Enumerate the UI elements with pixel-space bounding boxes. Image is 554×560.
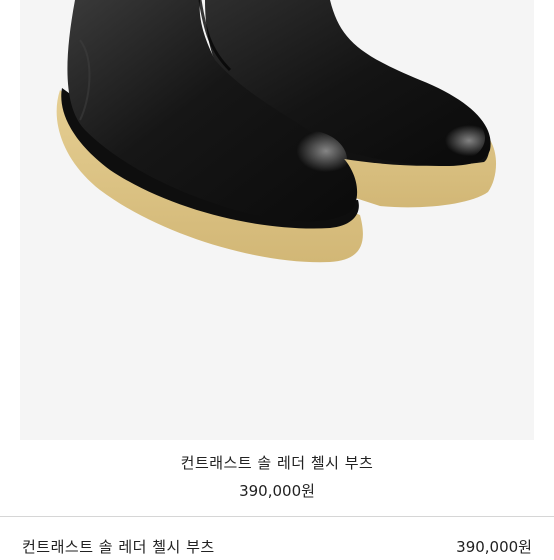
- summary-row[interactable]: 컨트래스트 솔 레더 첼시 부츠 390,000원: [0, 530, 554, 560]
- product-name[interactable]: 컨트래스트 솔 레더 첼시 부츠: [0, 452, 554, 474]
- boots-illustration: [56, 0, 497, 263]
- product-caption: 컨트래스트 솔 레더 첼시 부츠 390,000원: [0, 452, 554, 502]
- product-image[interactable]: [0, 0, 554, 440]
- product-price: 390,000원: [239, 482, 315, 500]
- divider: [0, 516, 554, 517]
